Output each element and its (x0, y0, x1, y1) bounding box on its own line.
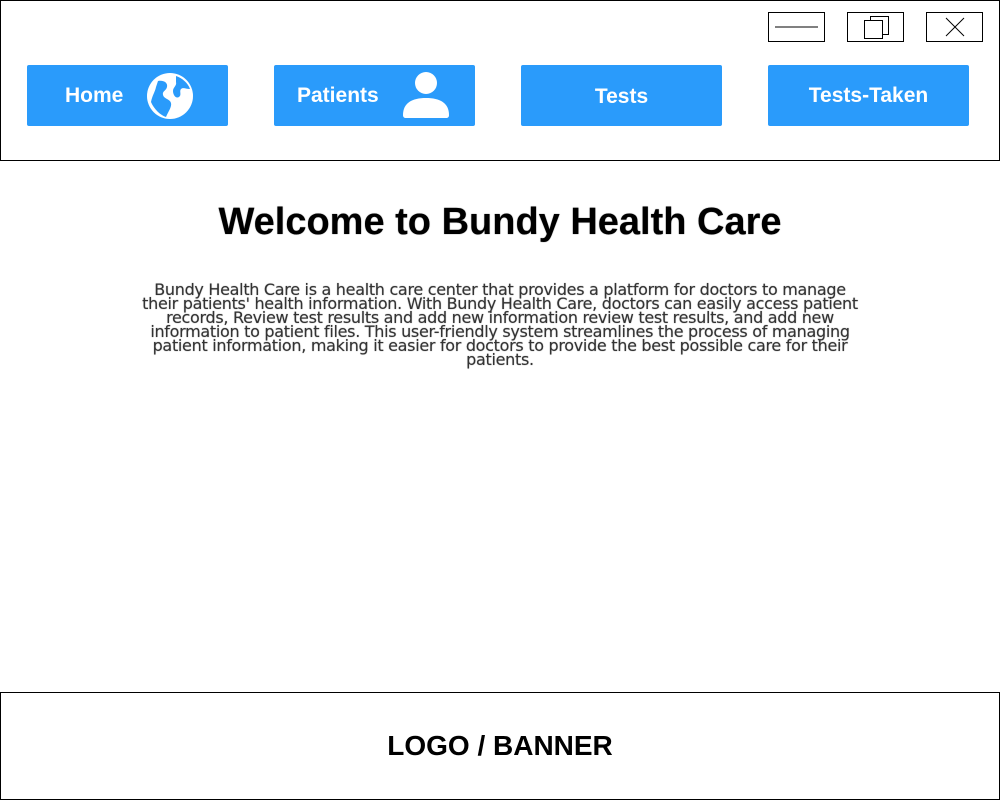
minimize-icon (775, 26, 818, 28)
footer-banner: LOGO / BANNER (0, 692, 1000, 800)
maximize-button[interactable] (847, 12, 904, 42)
close-icon (945, 17, 964, 37)
patients-button-label: Patients (297, 83, 379, 107)
minimize-button[interactable] (768, 12, 825, 42)
tests-button-label: Tests (594, 85, 649, 108)
close-button[interactable] (926, 12, 983, 42)
window-titlebar (0, 0, 1000, 56)
restore-icon (863, 16, 889, 39)
logo-banner-text: LOGO / BANNER (387, 730, 613, 761)
tests-button[interactable]: Tests (521, 65, 722, 126)
tests-taken-button-label: Tests-Taken (808, 83, 929, 107)
patients-button[interactable]: Patients (274, 65, 475, 126)
user-icon (403, 72, 449, 118)
page-title: Welcome to Bundy Health Care (218, 201, 782, 243)
main-content: Welcome to Bundy Health Care Bundy Healt… (0, 161, 1000, 691)
home-button[interactable]: Home (27, 65, 228, 126)
tests-taken-button[interactable]: Tests-Taken (768, 65, 969, 126)
intro-paragraph: Bundy Health Care is a health care cente… (142, 280, 858, 369)
home-button-label: Home (65, 83, 124, 107)
globe-icon (147, 73, 193, 119)
navigation-bar: Home Patients Tests Tests-Taken (0, 55, 1000, 161)
